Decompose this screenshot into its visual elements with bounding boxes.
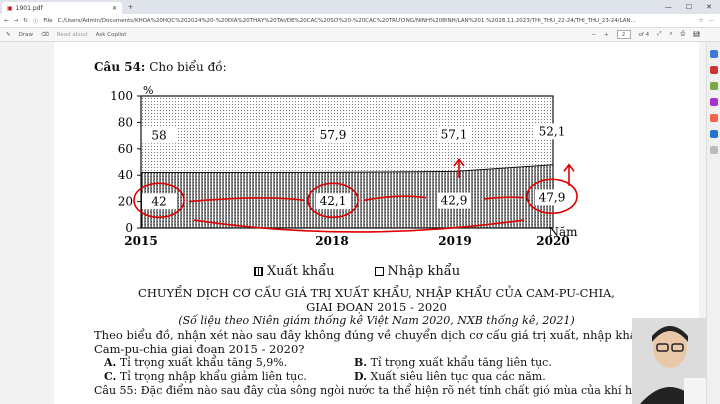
zoom-out-icon[interactable]: − [591,32,596,38]
chart-title-line-2: GIAI ĐOẠN 2015 - 2020 [306,300,447,314]
question-stem-line-2: Cam-pu-chia giai đoạn 2015 - 2020? [94,342,305,356]
highlight-icon[interactable]: ✎ [6,32,11,38]
question-stem-line-1: Theo biểu đồ, nhận xét nào sau đây không… [94,328,669,342]
chart-source: (Số liệu theo Niên giám thống kê Việt Na… [178,314,575,327]
export-data-label: 42 [151,194,166,208]
export-swatch [254,267,263,276]
outlook-icon[interactable] [709,130,718,138]
search-icon[interactable]: ⌕ [670,31,673,38]
option-c[interactable]: C. Tỉ trọng nhập khẩu giảm liên tục. [104,370,307,383]
webcam-overlay [632,318,706,404]
save-icon[interactable]: 💾︎ [693,32,720,38]
next-question-partial: Câu 55: Đặc điểm nào sau đây của sông ng… [94,384,652,397]
option-a[interactable]: A. Tỉ trọng xuất khẩu tăng 5,9%. [104,356,287,369]
legend-item-import: Nhập khẩu [374,264,461,279]
tab-pdf[interactable]: ▣ 1901.pdf ✕ [2,2,122,14]
browser-titlebar: ▣ 1901.pdf ✕ + — ☐ ✕ [0,0,720,14]
y-tick-label: 60 [118,142,133,156]
refresh-icon[interactable]: ↻ [23,18,28,24]
option-b[interactable]: B. Tỉ trọng xuất khẩu tăng liên tục. [354,356,552,369]
x-tick-label: 2018 [315,234,348,248]
y-tick-label: 100 [110,89,133,103]
option-d[interactable]: D. Xuất siêu liên tục qua các năm. [354,370,546,383]
tools-icon[interactable] [709,82,718,90]
export-data-label: 42,9 [441,194,468,208]
erase-icon[interactable]: ⌫ [41,32,49,38]
close-tab-icon[interactable]: ✕ [112,5,117,12]
copilot-button[interactable]: Ask Copilot [96,32,127,38]
x-tick-label: 2019 [438,234,471,248]
import-data-label: 57,1 [441,128,468,142]
new-tab-icon[interactable]: + [128,4,133,11]
export-data-label: 47,9 [539,190,566,204]
copilot-icon[interactable] [709,50,718,58]
question-text: Cho biểu đồ: [149,60,227,74]
office-icon[interactable] [709,114,718,122]
extensions-icon[interactable]: ⋯ [709,18,720,24]
info-icon[interactable]: ⓘ [33,17,39,25]
read-aloud-button[interactable]: Read aloud [57,32,88,38]
legend-import-label: Nhập khẩu [387,264,461,279]
games-icon[interactable] [709,98,718,106]
page-total: of 4 [638,31,650,38]
minimize-icon[interactable]: — [665,3,672,11]
import-data-label: 52,1 [539,124,566,138]
y-tick-label: 0 [125,221,133,235]
file-label: File [43,17,53,24]
question-heading: Câu 54: Cho biểu đồ: [94,60,227,74]
y-tick-label: 40 [118,168,133,182]
export-data-label: 42,1 [320,194,347,208]
url-field[interactable]: C:/Users/Admin/Documents/KHÓA%20HỌC%2020… [58,18,694,24]
area-chart: 020406080100 %2015 2018 2019 2020Năm42 42,1 42… [110,84,578,248]
x-axis-label: Năm [548,225,578,239]
back-icon[interactable]: ← [4,18,9,24]
presenter-image [632,318,706,404]
question-label: Câu 54: [94,60,146,74]
legend-export-label: Xuất khẩu [267,264,335,279]
address-bar: ← → ↻ ⓘ File C:/Users/Admin/Documents/KH… [0,14,720,28]
import-data-label: 58 [151,128,166,142]
pdf-icon: ▣ [7,4,13,12]
shopping-icon[interactable] [709,66,718,74]
chart-legend: Xuất khẩu Nhập khẩu [254,264,460,279]
zoom-in-icon[interactable]: + [604,32,609,38]
import-swatch [374,267,384,276]
close-window-icon[interactable]: ✕ [706,3,712,11]
y-tick-label: 20 [118,195,133,209]
maximize-icon[interactable]: ☐ [686,3,692,11]
y-tick-label: 80 [118,115,133,129]
y-axis-label: % [143,84,153,97]
import-data-label: 57,9 [320,128,347,142]
edge-sidebar [706,42,720,404]
tab-title: 1901.pdf [15,4,43,12]
pdf-toolbar: ✎ Draw ⌫ Read aloud Ask Copilot − + 2 of… [0,28,720,42]
legend-item-export: Xuất khẩu [254,264,335,279]
forward-icon[interactable]: → [14,18,19,24]
draw-button[interactable]: Draw [19,32,33,38]
favorite-icon[interactable]: ☆ [699,18,704,24]
print-icon[interactable]: ⎙ [681,31,685,38]
add-icon[interactable] [709,146,718,154]
pdf-page: Câu 54: Cho biểu đồ: 0 20 40 60 80 100% 2015 20… [54,42,699,404]
chart-title-line-1: CHUYỂN DỊCH CƠ CẤU GIÁ TRỊ XUẤT KHẨU, NH… [138,286,615,300]
fit-page-icon[interactable]: ⤢ [657,31,661,38]
page-number-input[interactable]: 2 [616,30,631,39]
x-tick-label: 2015 [124,234,157,248]
